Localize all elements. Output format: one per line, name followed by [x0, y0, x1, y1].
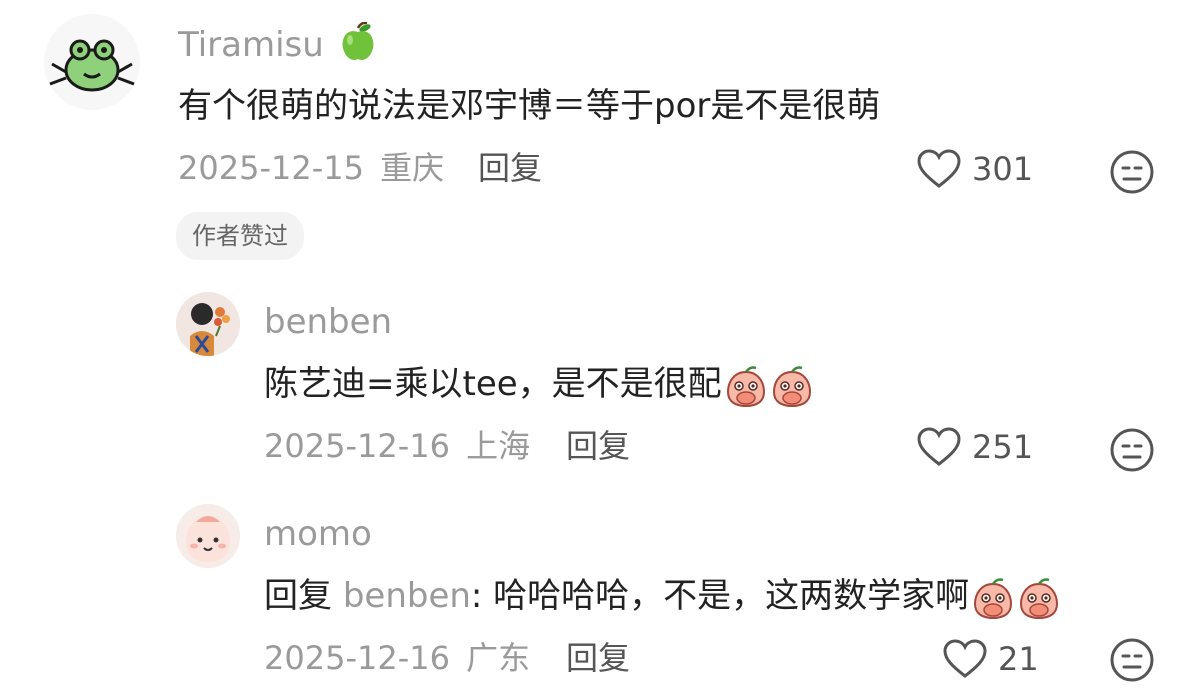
reply-text-line: 回复 benben: 哈哈哈哈，不是，这两数学家啊 [264, 574, 1061, 620]
like-button[interactable]: 301 [916, 148, 1033, 190]
username[interactable]: benben [264, 302, 392, 342]
comment-date: 2025-12-16 [264, 427, 450, 465]
peach-cover-mouth-icon [770, 364, 814, 408]
avatar[interactable] [44, 14, 140, 110]
comment-text: : 哈哈哈哈，不是，这两数学家啊 [470, 576, 970, 616]
reply-button[interactable]: 回复 [566, 426, 630, 466]
dislike-face-icon [1110, 428, 1154, 472]
dislike-face-icon [1110, 150, 1154, 194]
green-apple-icon [339, 21, 377, 71]
reply-target-username[interactable]: benben [343, 576, 471, 616]
dislike-button[interactable] [1108, 148, 1156, 200]
dislike-button[interactable] [1108, 426, 1156, 478]
like-count: 21 [998, 640, 1039, 678]
reply-text-line: 陈艺迪=乘以tee，是不是很配 [264, 362, 814, 408]
dislike-face-icon [1110, 638, 1154, 682]
comment-date: 2025-12-15 [178, 149, 364, 187]
like-button[interactable]: 21 [942, 638, 1039, 680]
peach-cover-mouth-icon [724, 364, 768, 408]
username[interactable]: momo [264, 514, 372, 554]
like-count: 251 [972, 428, 1034, 466]
pink-blob-avatar-icon [176, 504, 240, 568]
comment-location: 重庆 [380, 149, 445, 187]
like-count: 301 [972, 150, 1034, 188]
avatar[interactable] [176, 504, 240, 568]
comment-date: 2025-12-16 [264, 639, 450, 677]
peach-cover-mouth-icon [971, 576, 1015, 620]
heart-icon [917, 149, 961, 188]
reply-button[interactable]: 回复 [566, 638, 630, 678]
avatar[interactable] [176, 292, 240, 356]
comment-location: 上海 [466, 427, 531, 465]
comment-text: 陈艺迪=乘以tee，是不是很配 [264, 364, 722, 404]
frog-avatar-icon [44, 14, 140, 110]
person-flowers-avatar-icon [176, 292, 240, 356]
peach-cover-mouth-icon [1017, 576, 1061, 620]
dislike-button[interactable] [1108, 636, 1156, 688]
comment-text: 有个很萌的说法是邓宇博＝等于por是不是很萌 [178, 86, 881, 126]
reply-prefix: 回复 [264, 576, 332, 616]
reply-button[interactable]: 回复 [478, 148, 542, 188]
like-button[interactable]: 251 [916, 426, 1033, 468]
comment-location: 广东 [466, 639, 531, 677]
author-liked-badge: 作者赞过 [176, 212, 304, 260]
heart-icon [917, 427, 961, 466]
heart-icon [943, 639, 987, 678]
username[interactable]: Tiramisu [178, 25, 324, 65]
